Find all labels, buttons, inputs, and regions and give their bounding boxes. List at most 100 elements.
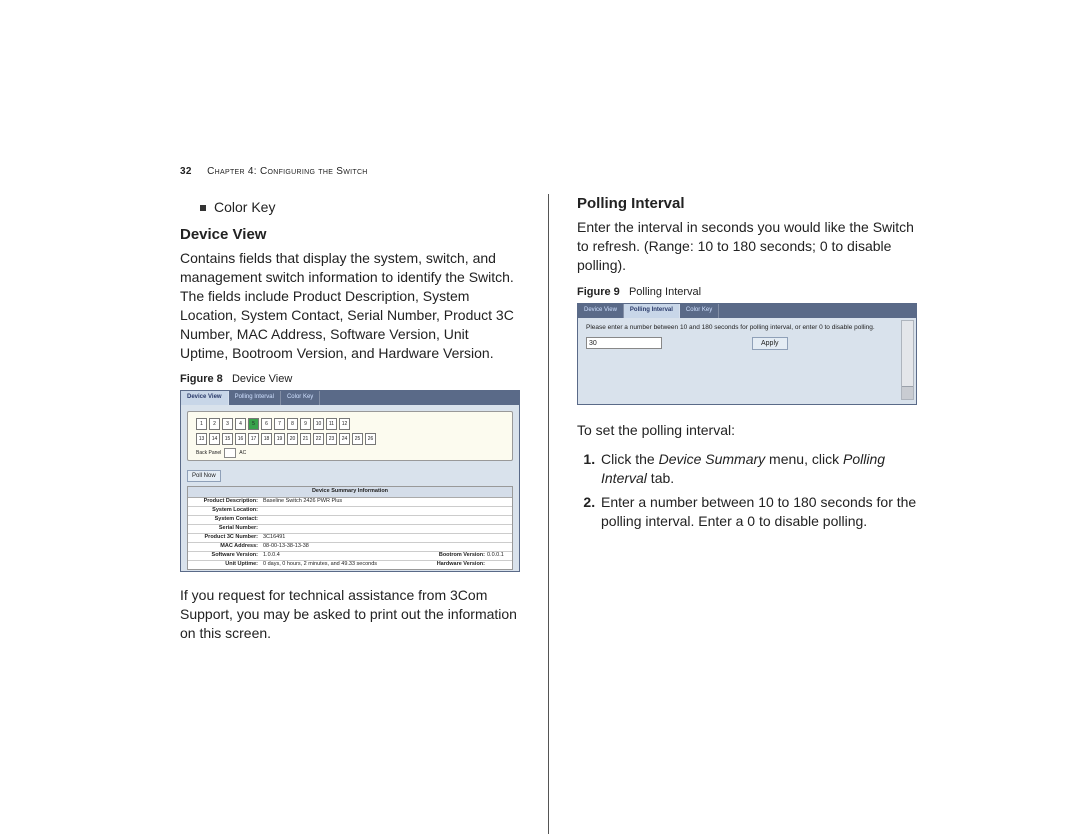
port[interactable]: 26 — [365, 433, 376, 445]
bullet-square-icon — [200, 205, 206, 211]
tab-bar: Device View Polling Interval Color Key — [181, 391, 519, 405]
tab-color-key[interactable]: Color Key — [281, 391, 320, 405]
polling-controls: 30 Apply — [578, 335, 916, 352]
row-value-right — [485, 561, 512, 569]
table-row: Product 3C Number:3C16491 — [188, 534, 512, 543]
heading-polling-interval: Polling Interval — [577, 194, 917, 214]
port[interactable]: 24 — [339, 433, 350, 445]
left-column: Color Key Device View Contains fields th… — [180, 194, 520, 834]
summary-table: Device Summary Information Product Descr… — [187, 486, 513, 569]
row-value: 3C16491 — [261, 534, 512, 542]
port[interactable]: 1 — [196, 418, 207, 430]
port[interactable]: 4 — [235, 418, 246, 430]
tab-device-view[interactable]: Device View — [578, 304, 624, 318]
port[interactable]: 15 — [222, 433, 233, 445]
port[interactable]: 13 — [196, 433, 207, 445]
row-label: Software Version: — [188, 552, 261, 560]
poll-now-button[interactable]: Poll Now — [187, 470, 221, 482]
port[interactable]: 17 — [248, 433, 259, 445]
paragraph-device-view: Contains fields that display the system,… — [180, 249, 520, 362]
table-row: System Contact: — [188, 516, 512, 525]
figure9-screenshot: Device View Polling Interval Color Key P… — [577, 303, 917, 405]
page: 32 Chapter 4: Configuring the Switch Col… — [0, 0, 1080, 834]
page-number: 32 — [180, 166, 192, 177]
port[interactable]: 19 — [274, 433, 285, 445]
row-label: MAC Address: — [188, 543, 261, 551]
scrollbar[interactable] — [901, 320, 914, 400]
port[interactable]: 22 — [313, 433, 324, 445]
figure9-title: Polling Interval — [629, 286, 701, 298]
row-value — [261, 525, 512, 533]
figure8-label: Figure 8 — [180, 373, 223, 385]
table-row: Unit Uptime:0 days, 0 hours, 2 minutes, … — [188, 561, 512, 569]
tab-polling-interval[interactable]: Polling Interval — [229, 391, 281, 405]
port[interactable]: 25 — [352, 433, 363, 445]
row-label: Unit Uptime: — [188, 561, 261, 569]
port[interactable]: 6 — [261, 418, 272, 430]
back-panel: Back Panel AC — [196, 448, 246, 458]
step-2: Enter a number between 10 to 180 seconds… — [599, 493, 917, 531]
polling-message: Please enter a number between 10 and 180… — [578, 318, 916, 335]
row-value: Baseline Switch 2426 PWR Plus — [261, 498, 512, 506]
port[interactable]: 21 — [300, 433, 311, 445]
right-column: Polling Interval Enter the interval in s… — [577, 194, 917, 834]
tab-device-view[interactable]: Device View — [181, 391, 229, 405]
port[interactable]: 14 — [209, 433, 220, 445]
bullet-item: Color Key — [200, 198, 520, 217]
running-header: 32 Chapter 4: Configuring the Switch — [180, 165, 368, 179]
figure8-title: Device View — [232, 373, 292, 385]
port[interactable]: 20 — [287, 433, 298, 445]
paragraph-polling: Enter the interval in seconds you would … — [577, 218, 917, 275]
heading-device-view: Device View — [180, 225, 520, 245]
row-value — [261, 516, 512, 524]
scrollbar-thumb[interactable] — [902, 386, 913, 399]
back-panel-label: Back Panel — [196, 450, 221, 457]
summary-header: Device Summary Information — [188, 487, 512, 497]
steps-list: Click the Device Summary menu, click Pol… — [577, 450, 917, 532]
table-row: Serial Number: — [188, 525, 512, 534]
port[interactable]: 18 — [261, 433, 272, 445]
figure9-label: Figure 9 — [577, 286, 620, 298]
apply-button[interactable]: Apply — [752, 337, 788, 350]
ac-label: AC — [239, 450, 246, 457]
row-value: 1.0.0.4 — [261, 552, 425, 560]
step-1: Click the Device Summary menu, click Pol… — [599, 450, 917, 488]
polling-input[interactable]: 30 — [586, 337, 662, 349]
port-row-1: 123456789101112 — [196, 418, 350, 430]
port[interactable]: 9 — [300, 418, 311, 430]
port-panel: 123456789101112 131415161718192021222324… — [187, 411, 513, 461]
table-row: System Location: — [188, 507, 512, 516]
port[interactable]: 23 — [326, 433, 337, 445]
chapter-label: Chapter 4: Configuring the Switch — [207, 166, 368, 177]
paragraph-support-note: If you request for technical assistance … — [180, 586, 520, 643]
port[interactable]: 16 — [235, 433, 246, 445]
port[interactable]: 5 — [248, 418, 259, 430]
tab-color-key[interactable]: Color Key — [680, 304, 719, 318]
row-value — [261, 507, 512, 515]
tab-bar: Device View Polling Interval Color Key — [578, 304, 916, 318]
port[interactable]: 7 — [274, 418, 285, 430]
row-label-right: Bootrom Version: — [425, 552, 485, 560]
port[interactable]: 12 — [339, 418, 350, 430]
port[interactable]: 11 — [326, 418, 337, 430]
port[interactable]: 10 — [313, 418, 324, 430]
figure8-screenshot: Device View Polling Interval Color Key 1… — [180, 390, 520, 572]
row-value: 08-00-13-38-13-38 — [261, 543, 512, 551]
port-row-2: 1314151617181920212223242526 — [196, 433, 376, 445]
paragraph-to-set: To set the polling interval: — [577, 421, 917, 440]
port[interactable]: 2 — [209, 418, 220, 430]
row-value-right: 0.0.0.1 — [485, 552, 512, 560]
table-row: Software Version:1.0.0.4Bootrom Version:… — [188, 552, 512, 561]
row-label: Product Description: — [188, 498, 261, 506]
tab-polling-interval[interactable]: Polling Interval — [624, 304, 680, 318]
row-value: 0 days, 0 hours, 2 minutes, and 49.33 se… — [261, 561, 425, 569]
port[interactable]: 8 — [287, 418, 298, 430]
row-label: Serial Number: — [188, 525, 261, 533]
column-divider — [548, 194, 549, 834]
two-columns: Color Key Device View Contains fields th… — [180, 194, 960, 834]
port[interactable]: 3 — [222, 418, 233, 430]
row-label: System Location: — [188, 507, 261, 515]
row-label: Product 3C Number: — [188, 534, 261, 542]
table-row: MAC Address:08-00-13-38-13-38 — [188, 543, 512, 552]
bullet-text: Color Key — [214, 198, 275, 217]
